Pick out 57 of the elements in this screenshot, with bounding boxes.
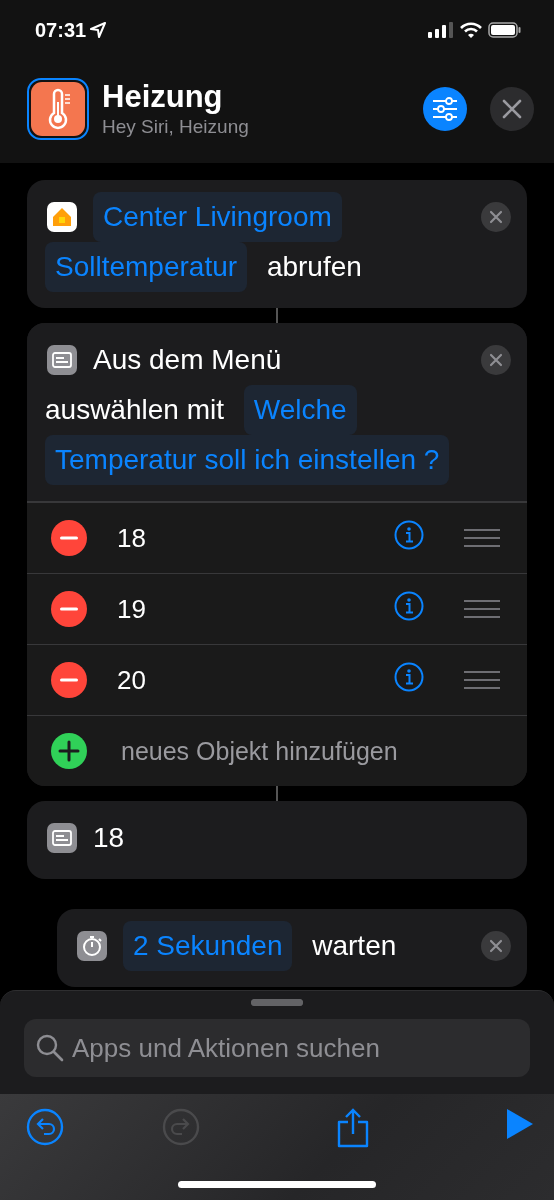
info-icon <box>394 662 424 692</box>
action-text: 18 <box>93 821 125 855</box>
variable-token[interactable]: 2 Sekunden <box>123 921 293 971</box>
minus-circle-icon <box>51 591 87 627</box>
add-button[interactable] <box>51 733 87 769</box>
variable-token[interactable]: Welche <box>243 385 357 435</box>
minus-circle-icon <box>51 662 87 698</box>
info-icon <box>394 520 424 550</box>
share-icon <box>337 1108 369 1148</box>
delete-button[interactable] <box>51 662 87 698</box>
close-icon <box>489 210 503 224</box>
search-icon <box>36 1034 64 1062</box>
undo-icon <box>26 1108 64 1146</box>
remove-button[interactable] <box>481 931 511 961</box>
clock-time: 07:31 <box>35 18 87 42</box>
close-icon <box>489 939 503 953</box>
remove-button[interactable] <box>481 345 511 375</box>
drag-handle-icon[interactable] <box>464 670 500 690</box>
connector-line <box>276 308 278 323</box>
action-text: warten <box>312 929 397 963</box>
action-text: auswählen mit <box>45 393 224 427</box>
search-field[interactable]: Apps und Aktionen suchen <box>24 1019 530 1077</box>
variable-token[interactable]: Center Livingroom <box>93 192 342 242</box>
close-button[interactable] <box>490 86 534 131</box>
signal-icon <box>428 22 454 38</box>
sliders-icon <box>432 96 458 121</box>
battery-icon <box>488 22 522 38</box>
remove-button[interactable] <box>481 202 511 232</box>
drag-handle-icon[interactable] <box>464 599 500 619</box>
action-text: Aus dem Menü <box>93 343 282 377</box>
wifi-icon <box>460 22 482 38</box>
drag-handle-icon[interactable] <box>464 528 500 548</box>
settings-button[interactable] <box>423 86 467 131</box>
action-text: abrufen <box>266 250 362 284</box>
minus-circle-icon <box>51 520 87 556</box>
menu-list-icon <box>47 344 77 375</box>
shortcut-subtitle: Hey Siri, Heizung <box>102 114 250 139</box>
connector-line <box>276 786 278 801</box>
close-icon <box>489 353 503 367</box>
menu-list-icon <box>47 822 77 853</box>
play-icon <box>506 1108 534 1140</box>
play-button[interactable] <box>506 1108 534 1140</box>
delete-button[interactable] <box>51 520 87 556</box>
info-icon <box>394 591 424 621</box>
location-arrow-icon <box>90 22 107 38</box>
undo-button[interactable] <box>26 1108 64 1146</box>
close-icon <box>502 98 522 119</box>
home-app-icon <box>47 201 77 232</box>
shortcut-title: Heizung <box>102 78 224 115</box>
variable-token[interactable]: Temperatur soll ich einstellen ? <box>45 435 450 485</box>
variable-token[interactable]: Solltemperatur <box>45 242 248 292</box>
thermometer-app-icon[interactable] <box>31 81 85 136</box>
plus-circle-icon <box>51 733 87 769</box>
delete-button[interactable] <box>51 591 87 627</box>
redo-icon <box>162 1108 200 1146</box>
stopwatch-icon <box>77 930 107 961</box>
share-button[interactable] <box>337 1108 369 1148</box>
